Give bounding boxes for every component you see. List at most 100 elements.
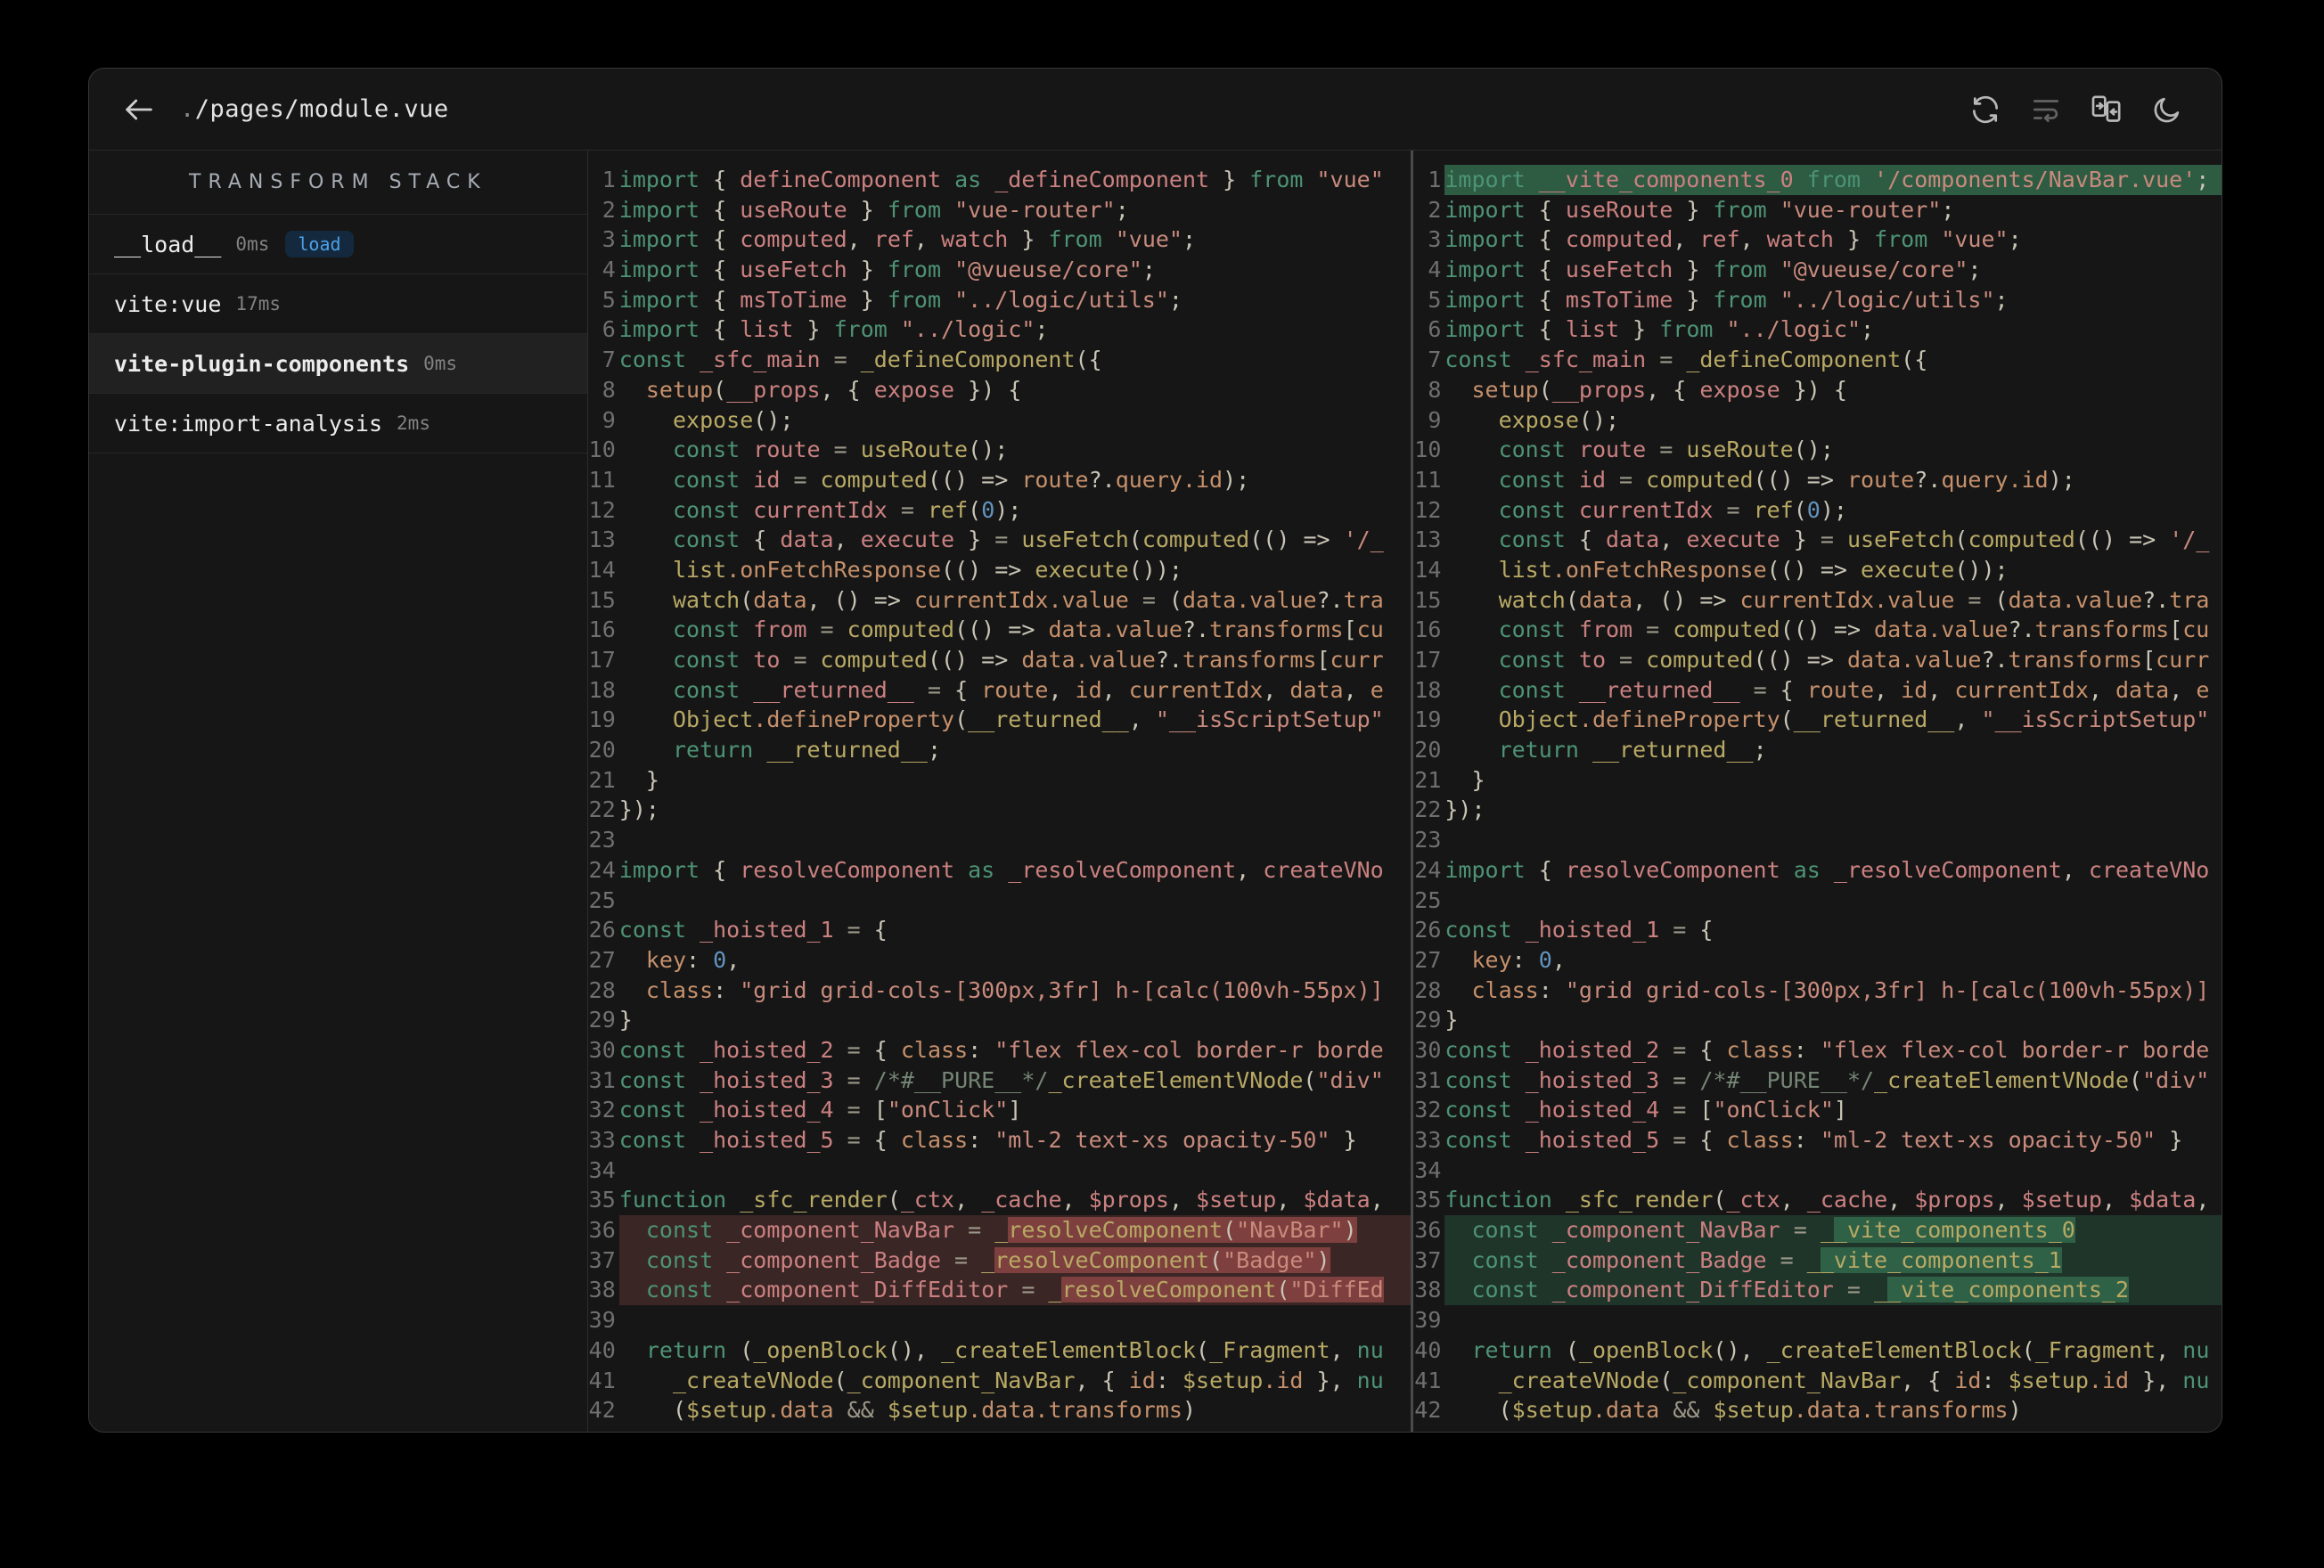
line-number: 18 xyxy=(588,676,616,703)
code-line: 33 const _hoisted_5 = { class: "ml-2 text… xyxy=(588,1125,1412,1156)
code-text: const id = computed(() => route?.query.i… xyxy=(1444,466,2075,493)
sidebar-item--load-[interactable]: __load__ 0ms load xyxy=(89,215,587,274)
code-text: ($setup.data && $setup.data.transforms) xyxy=(618,1397,1197,1424)
code-text: const _hoisted_1 = { xyxy=(618,917,888,943)
code-text: const _hoisted_2 = { class: "flex flex-c… xyxy=(618,1036,1384,1063)
line-number: 12 xyxy=(588,496,616,523)
code-line: 15 watch(data, () => currentIdx.value = … xyxy=(1413,585,2222,616)
moon-icon xyxy=(2150,93,2184,127)
line-number: 23 xyxy=(1414,827,1442,853)
line-number: 3 xyxy=(1428,226,1442,253)
line-number: 27 xyxy=(1414,946,1442,973)
line-number: 42 xyxy=(1414,1397,1442,1424)
code-line: 11 const id = computed(() => route?.quer… xyxy=(1413,465,2222,495)
code-line: 12 const currentIdx = ref(0); xyxy=(1413,495,2222,526)
line-number: 6 xyxy=(601,316,616,343)
code-text: import { useFetch } from "@vueuse/core"; xyxy=(618,257,1156,283)
code-text: return __returned__; xyxy=(1444,737,1767,764)
line-wrap-button[interactable] xyxy=(2025,89,2066,130)
code-text: class: "grid grid-cols-[300px,3fr] h-[ca… xyxy=(618,976,1384,1003)
back-button[interactable] xyxy=(119,90,159,129)
code-line: 42 ($setup.data && $setup.data.transform… xyxy=(1413,1395,2222,1425)
code-line: 2 import { useRoute } from "vue-router"; xyxy=(588,195,1412,225)
line-number: 25 xyxy=(1414,886,1442,913)
code-line: 7 const _sfc_main = _defineComponent({ xyxy=(588,345,1412,375)
line-number: 15 xyxy=(1414,586,1442,613)
code-text: const _sfc_main = _defineComponent({ xyxy=(618,347,1102,373)
line-number: 28 xyxy=(1414,976,1442,1003)
plugin-name: vite:import-analysis xyxy=(114,410,383,437)
line-number: 13 xyxy=(588,527,616,553)
code-line: 34 xyxy=(588,1156,1412,1186)
code-text: const { data, execute } = useFetch(compu… xyxy=(1444,527,2210,553)
header: ./pages/module.vue xyxy=(89,69,2222,151)
code-line: 38 const _component_DiffEditor = _resolv… xyxy=(588,1275,1412,1306)
side-by-side-diff-button[interactable] xyxy=(2086,89,2127,130)
code-text: _createVNode(_component_NavBar, { id: $s… xyxy=(618,1367,1384,1393)
code-line: 8 setup(__props, { expose }) { xyxy=(588,375,1412,405)
diff-panel-before[interactable]: 1 import { defineComponent as _defineComp… xyxy=(587,151,1412,1432)
code-line: 20 return __returned__; xyxy=(1413,735,2222,765)
code-line: 30 const _hoisted_2 = { class: "flex flex… xyxy=(588,1035,1412,1066)
diff-panel-after[interactable]: 1 import __vite_components_0 from '/compo… xyxy=(1413,151,2222,1432)
line-number: 30 xyxy=(1414,1036,1442,1063)
code-line: 25 xyxy=(1413,886,2222,916)
line-number: 36 xyxy=(1414,1217,1442,1244)
code-line: 39 xyxy=(1413,1305,2222,1335)
dark-mode-toggle-button[interactable] xyxy=(2147,89,2188,130)
code-line: 11 const id = computed(() => route?.quer… xyxy=(588,465,1412,495)
code-text: const from = computed(() => data.value?.… xyxy=(618,617,1384,643)
code-line: 34 xyxy=(1413,1156,2222,1186)
code-line: 25 xyxy=(588,886,1412,916)
code-line: 36 const _component_NavBar = __vite_comp… xyxy=(1413,1215,2222,1245)
code-line: 41 _createVNode(_component_NavBar, { id:… xyxy=(1413,1366,2222,1396)
code-text: Object.defineProperty(__returned__, "__i… xyxy=(618,706,1384,733)
code-text: import { resolveComponent as _resolveCom… xyxy=(618,856,1384,883)
line-number: 15 xyxy=(588,586,616,613)
line-number: 8 xyxy=(601,376,616,403)
code-line: 41 _createVNode(_component_NavBar, { id:… xyxy=(588,1366,1412,1396)
code-line: 23 xyxy=(1413,825,2222,855)
line-number: 42 xyxy=(588,1397,616,1424)
title-path: /pages/module.vue xyxy=(194,95,449,123)
sidebar-item-vite-vue[interactable]: vite:vue 17ms xyxy=(89,274,587,334)
refresh-button[interactable] xyxy=(1965,89,2006,130)
code-line: 6 import { list } from "../logic"; xyxy=(588,314,1412,345)
code-text: }); xyxy=(1444,796,1485,823)
code-line: 10 const route = useRoute(); xyxy=(588,435,1412,465)
line-number: 22 xyxy=(588,796,616,823)
code-line: 32 const _hoisted_4 = ["onClick"] xyxy=(588,1095,1412,1125)
code-text: const _hoisted_4 = ["onClick"] xyxy=(1444,1097,1847,1123)
line-number: 33 xyxy=(1414,1127,1442,1153)
code-text: import { msToTime } from "../logic/utils… xyxy=(618,286,1182,313)
plugin-name: vite-plugin-components xyxy=(114,350,410,377)
code-text: const __returned__ = { route, id, curren… xyxy=(618,676,1384,703)
line-number: 12 xyxy=(1414,496,1442,523)
code-text: return __returned__; xyxy=(618,737,942,764)
code-line: 18 const __returned__ = { route, id, cur… xyxy=(1413,675,2222,706)
code-text: _createVNode(_component_NavBar, { id: $s… xyxy=(1444,1367,2210,1393)
code-line: 37 const _component_Badge = _resolveComp… xyxy=(588,1245,1412,1276)
line-number: 20 xyxy=(588,737,616,764)
sidebar-item-vite-import-analysis[interactable]: vite:import-analysis 2ms xyxy=(89,394,587,453)
line-number: 10 xyxy=(1414,437,1442,463)
load-badge: load xyxy=(285,231,354,257)
plugin-time: 0ms xyxy=(423,353,458,374)
code-text: import { defineComponent as _defineCompo… xyxy=(618,167,1384,192)
arrow-left-icon xyxy=(121,92,157,127)
code-line: 4 import { useFetch } from "@vueuse/core"… xyxy=(1413,255,2222,285)
code-text: const _hoisted_5 = { class: "ml-2 text-x… xyxy=(618,1127,1357,1153)
line-number: 2 xyxy=(1428,196,1442,223)
code-line: 13 const { data, execute } = useFetch(co… xyxy=(588,525,1412,555)
code-text: const _hoisted_3 = /*#__PURE__*/_createE… xyxy=(1444,1066,2210,1093)
code-text: watch(data, () => currentIdx.value = (da… xyxy=(618,586,1384,613)
code-line: 33 const _hoisted_5 = { class: "ml-2 text… xyxy=(1413,1125,2222,1156)
code-text: function _sfc_render(_ctx, _cache, $prop… xyxy=(618,1187,1384,1213)
code-line: 17 const to = computed(() => data.value?… xyxy=(1413,645,2222,675)
code-text: } xyxy=(618,1007,633,1033)
code-text: } xyxy=(1444,1007,1459,1033)
code-line: 1 import { defineComponent as _defineComp… xyxy=(588,165,1412,195)
sidebar-item-vite-plugin-components[interactable]: vite-plugin-components 0ms xyxy=(89,334,587,394)
